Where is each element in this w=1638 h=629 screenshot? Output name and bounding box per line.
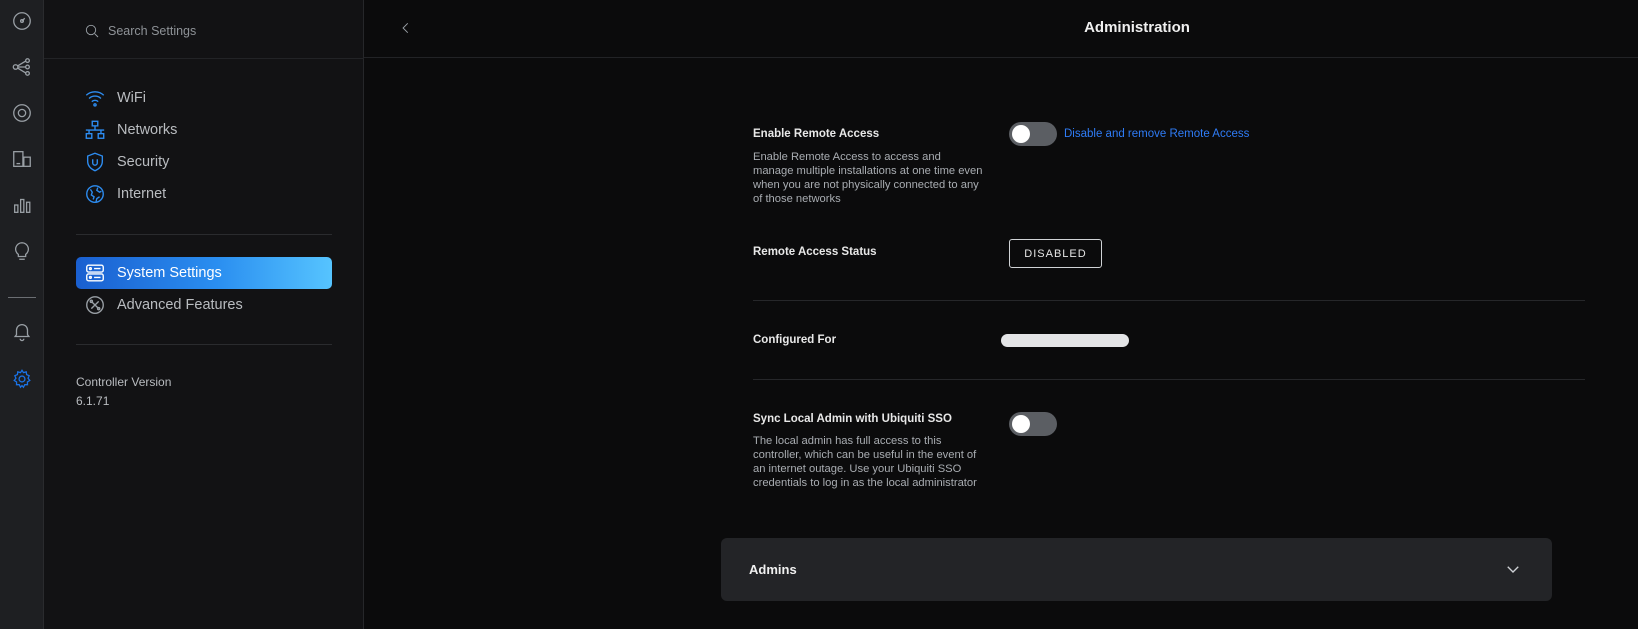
- sidebar-item-label: Internet: [117, 186, 167, 202]
- admins-label: Admins: [749, 562, 797, 577]
- sidebar-item-label: WiFi: [117, 90, 146, 106]
- insights-icon[interactable]: [7, 236, 37, 266]
- networks-icon: [85, 120, 105, 139]
- nav-group-system: System Settings Advanced Features: [76, 257, 332, 321]
- remote-access-label: Enable Remote Access: [753, 128, 880, 140]
- sync-sso-description: The local admin has full access to this …: [753, 435, 977, 489]
- sidebar-item-system-settings[interactable]: System Settings: [76, 257, 332, 289]
- configured-for-label: Configured For: [753, 334, 837, 346]
- tools-icon: [86, 296, 104, 314]
- admins-accordion[interactable]: Admins: [721, 538, 1552, 601]
- controller-version-value: 6.1.71: [76, 394, 110, 408]
- disable-remote-access-link[interactable]: Disable and remove Remote Access: [1064, 128, 1249, 140]
- search-box: [84, 18, 334, 44]
- sidebar-divider: [44, 58, 364, 59]
- settings-icon[interactable]: [7, 364, 37, 394]
- nav-divider: [76, 234, 332, 235]
- search-icon: [85, 24, 99, 38]
- sidebar-item-label: Advanced Features: [117, 297, 243, 313]
- clients-icon[interactable]: [7, 144, 37, 174]
- wifi-icon: [85, 91, 105, 107]
- controller-version-label: Controller Version: [76, 375, 172, 389]
- nav-divider: [76, 344, 332, 345]
- settings-sidebar: WiFi Networks Security Internet System S…: [44, 0, 364, 629]
- nav-group-main: WiFi Networks Security Internet: [76, 82, 332, 210]
- topology-icon[interactable]: [7, 52, 37, 82]
- rail-divider: [8, 297, 36, 298]
- sidebar-item-advanced-features[interactable]: Advanced Features: [76, 289, 332, 321]
- dashboard-icon[interactable]: [7, 6, 37, 36]
- server-icon: [86, 264, 104, 282]
- sync-sso-label: Sync Local Admin with Ubiquiti SSO: [753, 413, 952, 425]
- statistics-icon[interactable]: [7, 190, 37, 220]
- sidebar-item-label: Networks: [117, 122, 178, 138]
- sidebar-item-networks[interactable]: Networks: [76, 114, 332, 146]
- page-title: Administration: [1084, 19, 1190, 36]
- sidebar-item-security[interactable]: Security: [76, 146, 332, 178]
- section-divider: [753, 300, 1585, 301]
- sidebar-item-label: System Settings: [117, 265, 222, 281]
- sync-sso-toggle[interactable]: [1009, 412, 1057, 436]
- redacted-account: [1001, 334, 1129, 347]
- globe-icon: [86, 185, 104, 203]
- remote-status-label: Remote Access Status: [753, 246, 877, 258]
- app-window: WiFi Networks Security Internet System S…: [0, 0, 1638, 629]
- section-divider: [753, 379, 1585, 380]
- sidebar-item-label: Security: [117, 154, 170, 170]
- chevron-down-icon: [1504, 560, 1522, 578]
- icon-rail: [0, 0, 44, 629]
- devices-icon[interactable]: [7, 98, 37, 128]
- search-input[interactable]: [108, 24, 308, 38]
- status-badge: DISABLED: [1009, 239, 1102, 268]
- sidebar-item-wifi[interactable]: WiFi: [76, 82, 332, 114]
- sidebar-item-internet[interactable]: Internet: [76, 178, 332, 210]
- remote-access-description: Enable Remote Access to access and manag…: [753, 151, 983, 205]
- remote-access-toggle[interactable]: [1009, 122, 1057, 146]
- shield-icon: [86, 152, 104, 172]
- main-content: Administration Enable Remote Access Enab…: [364, 0, 1638, 629]
- alerts-icon[interactable]: [7, 316, 37, 346]
